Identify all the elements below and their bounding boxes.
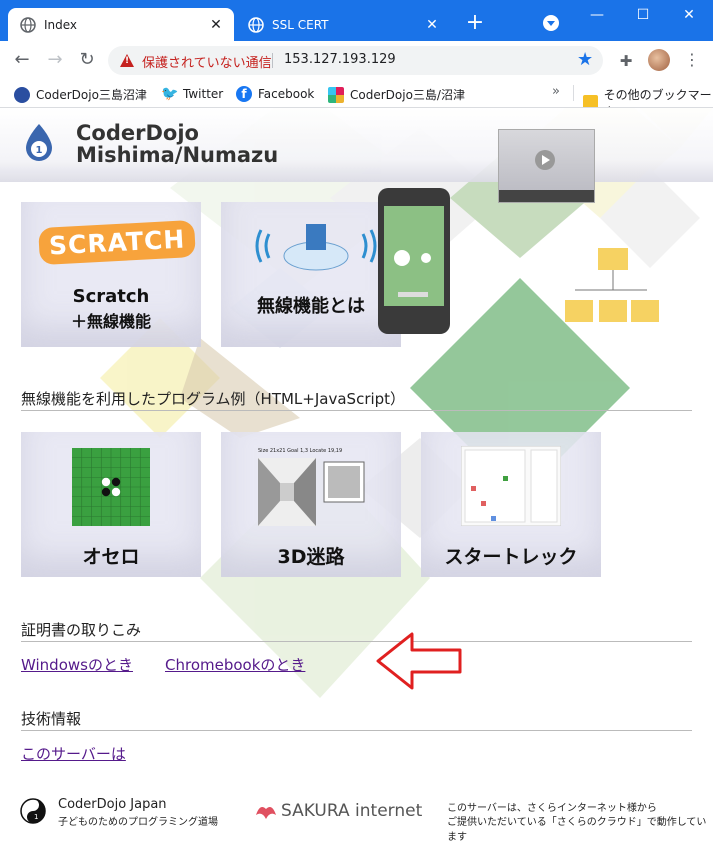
browser-title-bar: Index ✕ SSL CERT ✕ + — ☐ ✕: [0, 0, 713, 41]
bookmark-star-icon[interactable]: ★: [577, 49, 593, 70]
bookmark-label: CoderDojo三島沼津: [36, 88, 147, 102]
wireless-card[interactable]: 無線機能とは: [221, 202, 401, 347]
maximize-icon[interactable]: ☐: [633, 6, 653, 24]
site-header: 1 CoderDojo Mishima/Numazu: [0, 108, 713, 182]
startrek-thumbnail: [461, 446, 561, 526]
reload-icon[interactable]: ↻: [76, 50, 98, 72]
footer-note: このサーバーは、さくらインターネット様から: [447, 803, 657, 814]
scratch-logo: SCRATCH: [38, 219, 197, 266]
bookmark-coderdojo[interactable]: CoderDojo三島沼津: [14, 86, 147, 103]
tab-title: SSL CERT: [272, 17, 329, 32]
chromebook-link[interactable]: Chromebookのとき: [165, 654, 305, 675]
coderdojo-icon: [14, 86, 30, 103]
othello-card[interactable]: オセロ: [21, 432, 201, 577]
bookmark-label: Twitter: [183, 87, 224, 101]
extensions-icon[interactable]: ✚: [617, 52, 635, 70]
scratch-card[interactable]: SCRATCH Scratch ＋無線機能: [21, 202, 201, 347]
maze-thumbnail: [258, 458, 365, 526]
svg-text:1: 1: [34, 813, 38, 821]
close-tab-icon[interactable]: ✕: [208, 17, 224, 33]
divider: [21, 410, 692, 411]
coderdojo-japan-logo-icon: 1: [20, 798, 46, 824]
pointing-arrow-icon: [376, 632, 462, 690]
twitter-icon: 🐦: [161, 86, 179, 102]
othello-board: [72, 448, 150, 526]
video-player[interactable]: [498, 129, 595, 203]
divider: [573, 85, 574, 101]
cloud-server-icon: [255, 224, 377, 271]
new-tab-icon[interactable]: +: [464, 12, 486, 34]
bookmark-twitter[interactable]: 🐦 Twitter: [161, 86, 223, 102]
examples-heading: 無線機能を利用したプログラム例（HTML+JavaScript）: [21, 390, 406, 408]
minimize-icon[interactable]: —: [587, 6, 607, 24]
tab-search-icon[interactable]: [543, 15, 559, 31]
tab-title: Index: [44, 17, 78, 32]
bookmarks-bar: CoderDojo三島沼津 🐦 Twitter f Facebook Coder…: [0, 79, 713, 119]
certificate-heading: 証明書の取りこみ: [21, 621, 142, 639]
startrek-card[interactable]: スタートレック: [421, 432, 601, 577]
card-label: 無線機能とは: [257, 296, 365, 317]
bookmarks-overflow-icon[interactable]: »: [552, 84, 560, 99]
tech-heading: 技術情報: [21, 710, 82, 728]
site-title-line: Mishima/Numazu: [76, 143, 279, 167]
divider: [21, 730, 692, 731]
card-label: 3D迷路: [277, 546, 345, 568]
sakura-logo-icon: [256, 807, 276, 819]
maze-caption: Size 21x21 Goal 1,3 Locate 19,19: [258, 448, 343, 454]
close-window-icon[interactable]: ✕: [679, 6, 699, 24]
back-icon[interactable]: ←: [11, 50, 33, 72]
site-title[interactable]: CoderDojo Mishima/Numazu: [76, 122, 278, 166]
svg-text:1: 1: [36, 145, 43, 156]
tab-ssl-cert[interactable]: SSL CERT ✕: [236, 8, 450, 41]
facebook-icon: f: [236, 86, 252, 102]
footer-org-tagline: 子どものためのプログラミング道場: [58, 817, 218, 828]
card-label: ＋無線機能: [70, 312, 151, 331]
footer-note: ご提供いただいている「さくらのクラウド」で動作しています: [447, 817, 707, 843]
address-bar[interactable]: 保護されていない通信 153.127.193.129: [108, 46, 603, 75]
play-icon[interactable]: [535, 150, 555, 170]
forward-icon[interactable]: →: [44, 50, 66, 72]
folder-tree-icon: [565, 248, 659, 322]
smartphone-icon: [378, 188, 450, 334]
card-label: Scratch: [72, 286, 150, 307]
avatar[interactable]: [648, 49, 670, 71]
slack-icon: [328, 86, 344, 103]
maze-card[interactable]: Size 21x21 Goal 1,3 Locate 19,19 3D迷路: [221, 432, 401, 577]
coderdojo-logo-icon: 1: [26, 124, 52, 161]
warning-icon: [120, 54, 134, 67]
bookmark-slack[interactable]: CoderDojo三島/沼津: [328, 86, 465, 103]
tab-index[interactable]: Index ✕: [8, 8, 234, 41]
card-label: スタートレック: [444, 546, 578, 568]
kebab-menu-icon[interactable]: ⋮: [684, 50, 700, 70]
server-info-link[interactable]: このサーバーは: [21, 743, 126, 764]
bookmark-label: CoderDojo三島/沼津: [350, 88, 465, 102]
footer-org-name[interactable]: CoderDojo Japan: [58, 797, 167, 812]
divider: [21, 641, 692, 642]
site-title-line: CoderDojo: [76, 121, 199, 145]
windows-link[interactable]: Windowsのとき: [21, 654, 133, 675]
close-tab-icon[interactable]: ✕: [424, 17, 440, 33]
web-page: 1 CoderDojo Mishima/Numazu SCRATCH Scrat…: [0, 108, 713, 850]
globe-icon: [248, 16, 264, 33]
sakura-internet-logo[interactable]: SAKURA internet: [281, 801, 422, 821]
divider: [272, 53, 273, 68]
security-warning[interactable]: 保護されていない通信: [142, 52, 272, 71]
bookmark-facebook[interactable]: f Facebook: [236, 86, 314, 102]
bookmark-label: Facebook: [258, 87, 315, 101]
globe-icon: [20, 16, 36, 33]
url-text[interactable]: 153.127.193.129: [284, 52, 396, 67]
card-label: オセロ: [82, 546, 140, 568]
video-controls[interactable]: [499, 190, 594, 202]
